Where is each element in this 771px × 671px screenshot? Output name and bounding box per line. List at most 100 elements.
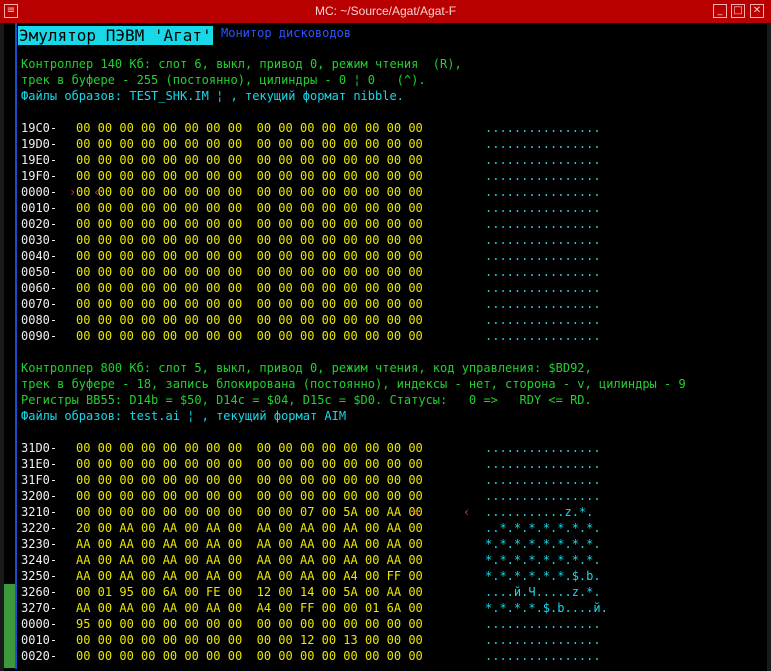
dump-ascii: ....й.Ч.....z.*. bbox=[485, 585, 601, 599]
cursor-right-marker: ‹ bbox=[463, 505, 471, 519]
ctrl140-track-line: трек в буфере - 255 (постоянно), цилиндр… bbox=[21, 73, 426, 87]
dump-hex-bytes[interactable]: 00 00 00 00 00 00 00 00 00 00 00 00 00 0… bbox=[76, 153, 423, 168]
window-frame-left bbox=[0, 23, 4, 671]
dump-hex-bytes[interactable]: AA 00 AA 00 AA 00 AA 00 A4 00 FF 00 00 0… bbox=[76, 601, 423, 616]
dump-address: 31F0- bbox=[21, 473, 58, 487]
dump-address: 0010- bbox=[21, 633, 58, 647]
dump-ascii: ................ bbox=[485, 281, 601, 295]
dump-address: 0020- bbox=[21, 649, 58, 663]
dump-address: 19C0- bbox=[21, 121, 58, 135]
dump-ascii: ................ bbox=[485, 297, 601, 311]
ctrl800-registers-line: Регистры ВВ55: D14b = $50, D14c = $04, D… bbox=[21, 393, 592, 407]
dump-address: 19E0- bbox=[21, 153, 58, 167]
dump-address: 3240- bbox=[21, 553, 58, 567]
dump-ascii: ................ bbox=[485, 217, 601, 231]
dump-ascii: ................ bbox=[485, 489, 601, 503]
dump-ascii: ................ bbox=[485, 185, 601, 199]
dump-address: 19D0- bbox=[21, 137, 58, 151]
dump-address: 0010- bbox=[21, 201, 58, 215]
maximize-button[interactable]: □ bbox=[731, 4, 745, 18]
dump-hex-bytes[interactable]: 00 00 00 00 00 00 00 00 00 00 00 00 00 0… bbox=[76, 441, 423, 456]
dump-hex-bytes[interactable]: 95 00 00 00 00 00 00 00 00 00 00 00 00 0… bbox=[76, 617, 423, 632]
dump-address: 3250- bbox=[21, 569, 58, 583]
dump-hex-bytes[interactable]: 20 00 AA 00 AA 00 AA 00 AA 00 AA 00 AA 0… bbox=[76, 521, 423, 536]
dump-ascii: ................ bbox=[485, 169, 601, 183]
dump-ascii: ................ bbox=[485, 233, 601, 247]
dump-hex-bytes[interactable]: AA 00 AA 00 AA 00 AA 00 AA 00 AA 00 A4 0… bbox=[76, 569, 423, 584]
ctrl800-files-line: Файлы образов: test.ai ¦ , текущий форма… bbox=[21, 409, 347, 423]
dump-hex-bytes[interactable]: 00 00 00 00 00 00 00 00 00 00 00 00 00 0… bbox=[76, 473, 423, 488]
dump-address: 3260- bbox=[21, 585, 58, 599]
dump-hex-bytes[interactable]: 00 00 00 00 00 00 00 00 00 00 00 00 00 0… bbox=[76, 457, 423, 472]
dump-hex-bytes[interactable]: 00 00 00 00 00 00 00 00 00 00 00 00 00 0… bbox=[76, 137, 423, 152]
dump-ascii: ................ bbox=[485, 201, 601, 215]
dump-hex-bytes[interactable]: 00 00 00 00 00 00 00 00 00 00 00 00 00 0… bbox=[76, 297, 423, 312]
dump-ascii: ................ bbox=[485, 265, 601, 279]
dump-ascii: ................ bbox=[485, 617, 601, 631]
dump-ascii: ................ bbox=[485, 249, 601, 263]
ctrl800-track-line: трек в буфере - 18, запись блокирована (… bbox=[21, 377, 686, 391]
window-title: MC: ~/Source/Agat/Agat-F bbox=[314, 4, 457, 18]
dump-hex-bytes[interactable]: AA 00 AA 00 AA 00 AA 00 AA 00 AA 00 AA 0… bbox=[76, 553, 423, 568]
dump-ascii: ................ bbox=[485, 649, 601, 663]
dump-address: 0000- bbox=[21, 185, 58, 199]
ctrl800-status-line: Контроллер 800 Кб: слот 5, выкл, привод … bbox=[21, 361, 592, 375]
left-border-line bbox=[15, 23, 17, 669]
dump-hex-bytes[interactable]: 00 00 00 00 00 00 00 00 00 00 00 00 00 0… bbox=[76, 233, 423, 248]
window-frame-right bbox=[767, 23, 771, 671]
dump-ascii: ................ bbox=[485, 153, 601, 167]
dump-address: 3230- bbox=[21, 537, 58, 551]
dump-address: 0040- bbox=[21, 249, 58, 263]
cursor-left-marker: › bbox=[69, 185, 77, 199]
dump-hex-bytes[interactable]: 00 00 00 00 00 00 00 00 00 00 00 00 00 0… bbox=[76, 185, 423, 200]
dump-ascii: *.*.*.*.$.b....й. bbox=[485, 601, 608, 615]
terminal-window: MC: ~/Source/Agat/Agat-F ≡ _ □ ✕ Эмулято… bbox=[0, 0, 771, 671]
dump-address: 0080- bbox=[21, 313, 58, 327]
dump-address: 31D0- bbox=[21, 441, 58, 455]
dump-hex-bytes[interactable]: 00 00 00 00 00 00 00 00 00 00 00 00 00 0… bbox=[76, 313, 423, 328]
dump-ascii: ................ bbox=[485, 329, 601, 343]
minimize-button[interactable]: _ bbox=[713, 4, 727, 18]
dump-hex-bytes[interactable]: 00 00 00 00 00 00 00 00 00 00 00 00 00 0… bbox=[76, 201, 423, 216]
dump-hex-bytes[interactable]: 00 00 00 00 00 00 00 00 00 00 00 00 00 0… bbox=[76, 249, 423, 264]
menu-disk-monitor[interactable]: Монитор дисководов bbox=[221, 26, 351, 41]
dump-address: 3220- bbox=[21, 521, 58, 535]
close-button[interactable]: ✕ bbox=[750, 4, 764, 18]
dump-hex-bytes[interactable]: 00 00 00 00 00 00 00 00 00 00 12 00 13 0… bbox=[76, 633, 423, 648]
dump-ascii: ..*.*.*.*.*.*.*. bbox=[485, 521, 601, 535]
dump-hex-bytes[interactable]: 00 00 00 00 00 00 00 00 00 00 00 00 00 0… bbox=[76, 489, 423, 504]
dump-address: 0020- bbox=[21, 217, 58, 231]
dump-address: 0060- bbox=[21, 281, 58, 295]
dump-ascii: ................ bbox=[485, 137, 601, 151]
dump-address: 0030- bbox=[21, 233, 58, 247]
dump-ascii: *.*.*.*.*.*.*.*. bbox=[485, 537, 601, 551]
dump-address: 31E0- bbox=[21, 457, 58, 471]
dump-hex-bytes[interactable]: 00 00 00 00 00 00 00 00 00 00 00 00 00 0… bbox=[76, 265, 423, 280]
dump-ascii: ................ bbox=[485, 313, 601, 327]
dump-hex-bytes[interactable]: 00 00 00 00 00 00 00 00 00 00 07 00 5A 0… bbox=[76, 505, 423, 520]
dump-hex-bytes[interactable]: 00 00 00 00 00 00 00 00 00 00 00 00 00 0… bbox=[76, 169, 423, 184]
dump-ascii: ................ bbox=[485, 457, 601, 471]
dump-hex-bytes[interactable]: 00 00 00 00 00 00 00 00 00 00 00 00 00 0… bbox=[76, 281, 423, 296]
dump-address: 0090- bbox=[21, 329, 58, 343]
dump-address: 0070- bbox=[21, 297, 58, 311]
dump-hex-bytes[interactable]: 00 00 00 00 00 00 00 00 00 00 00 00 00 0… bbox=[76, 217, 423, 232]
cursor-left-marker: › bbox=[412, 505, 420, 519]
menu-emulator[interactable]: Эмулятор ПЭВМ 'Агат' bbox=[18, 26, 213, 45]
dump-ascii: ................ bbox=[485, 473, 601, 487]
window-menu-button[interactable]: ≡ bbox=[4, 4, 18, 18]
title-bar[interactable]: MC: ~/Source/Agat/Agat-F ≡ _ □ ✕ bbox=[0, 0, 771, 23]
dump-hex-bytes[interactable]: 00 00 00 00 00 00 00 00 00 00 00 00 00 0… bbox=[76, 121, 423, 136]
dump-address: 0000- bbox=[21, 617, 58, 631]
dump-hex-bytes[interactable]: 00 01 95 00 6A 00 FE 00 12 00 14 00 5A 0… bbox=[76, 585, 423, 600]
cursor-right-marker: ‹ bbox=[93, 185, 101, 199]
dump-address: 0050- bbox=[21, 265, 58, 279]
dump-hex-bytes[interactable]: AA 00 AA 00 AA 00 AA 00 AA 00 AA 00 AA 0… bbox=[76, 537, 423, 552]
dump-address: 3200- bbox=[21, 489, 58, 503]
dump-address: 19F0- bbox=[21, 169, 58, 183]
dump-hex-bytes[interactable]: 00 00 00 00 00 00 00 00 00 00 00 00 00 0… bbox=[76, 329, 423, 344]
dump-ascii: *.*.*.*.*.*.$.b. bbox=[485, 569, 601, 583]
dump-address: 3270- bbox=[21, 601, 58, 615]
ctrl140-files-line: Файлы образов: TEST_SHK.IM ¦ , текущий ф… bbox=[21, 89, 404, 103]
dump-hex-bytes[interactable]: 00 00 00 00 00 00 00 00 00 00 00 00 00 0… bbox=[76, 649, 423, 664]
